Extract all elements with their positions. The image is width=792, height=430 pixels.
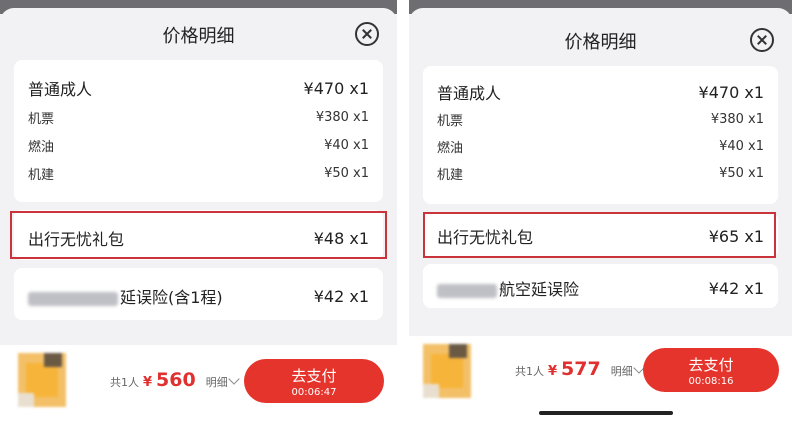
sheet-title: 价格明细 [162,26,235,47]
currency-symbol: ¥ [143,375,153,390]
highlight-box [423,212,776,258]
fare-breakdown-card: 普通成人 ¥470 x1 机票 ¥380 x1 燃油 ¥40 x1 机建 ¥50… [423,66,778,204]
passenger-type-price: ¥470 x1 [303,78,369,98]
details-label: 明细 [205,376,228,389]
blurred-text [437,283,497,298]
total-price: 577 [561,358,601,380]
total-summary: 共1人 ¥ 577 明细 [515,358,645,380]
passenger-type-row: 普通成人 ¥470 x1 [437,80,764,104]
close-icon[interactable] [750,28,774,52]
countdown-timer: 00:06:47 [291,387,337,398]
fare-breakdown-card: 普通成人 ¥470 x1 机票 ¥380 x1 燃油 ¥40 x1 机建 ¥50… [14,60,383,202]
countdown-timer: 00:08:16 [688,376,734,387]
insurance-label-wrap: 航空延误险 [437,276,579,300]
product-thumbnail [423,344,471,398]
insurance-row: 航空延误险 ¥42 x1 [437,276,764,300]
passenger-type-price: ¥470 x1 [698,82,764,102]
fare-item-label: 机票 [437,114,464,129]
fare-item-price: ¥380 x1 [315,110,369,125]
pay-button-label: 去支付 [291,367,337,385]
price-detail-sheet-left: 价格明细 普通成人 ¥470 x1 机票 ¥380 x1 燃油 ¥40 x1 机… [0,0,397,430]
insurance-price: ¥42 x1 [708,278,764,298]
sheet-title: 价格明细 [564,32,637,53]
product-thumbnail [18,353,66,407]
fare-item-row: 燃油 ¥40 x1 [437,137,764,156]
details-toggle[interactable]: 明细 [205,373,240,390]
passenger-count: 共1人 [110,376,139,389]
fare-item-label: 燃油 [28,140,55,155]
insurance-label: 航空延误险 [499,280,580,299]
price-detail-sheet-right: 价格明细 普通成人 ¥470 x1 机票 ¥380 x1 燃油 ¥40 x1 机… [409,0,792,430]
insurance-card[interactable]: 延误险(含1程) ¥42 x1 [14,268,383,320]
fare-item-label: 燃油 [437,141,464,156]
highlight-box [10,211,387,259]
fare-item-label: 机票 [28,112,55,127]
fare-item-row: 机建 ¥50 x1 [28,164,369,183]
fare-item-price: ¥40 x1 [324,138,369,153]
fare-item-price: ¥50 x1 [719,166,764,181]
blurred-text [28,291,118,306]
fare-item-label: 机建 [28,168,55,183]
home-indicator [539,411,673,415]
checkout-bar: 共1人 ¥ 560 明细 去支付 00:06:47 [0,345,397,430]
fare-item-price: ¥50 x1 [324,166,369,181]
insurance-price: ¥42 x1 [313,286,369,306]
pay-button[interactable]: 去支付 00:06:47 [244,359,384,403]
details-label: 明细 [610,365,633,378]
fare-item-row: 燃油 ¥40 x1 [28,136,369,155]
comparison-screenshot: 价格明细 普通成人 ¥470 x1 机票 ¥380 x1 燃油 ¥40 x1 机… [0,0,792,430]
insurance-row: 延误险(含1程) ¥42 x1 [28,284,369,308]
insurance-label: 延误险(含1程) [120,288,223,307]
passenger-type-label: 普通成人 [437,84,502,103]
fare-item-price: ¥380 x1 [710,112,764,127]
fare-item-price: ¥40 x1 [719,139,764,154]
pay-button-label: 去支付 [688,356,734,374]
fare-item-row: 机建 ¥50 x1 [437,164,764,183]
currency-symbol: ¥ [548,364,558,379]
passenger-count: 共1人 [515,365,544,378]
insurance-card[interactable]: 航空延误险 ¥42 x1 [423,264,778,308]
checkout-bar: 共1人 ¥ 577 明细 去支付 00:08:16 [409,336,792,430]
close-icon[interactable] [355,22,379,46]
pay-button[interactable]: 去支付 00:08:16 [643,348,779,392]
total-price: 560 [156,369,196,391]
fare-item-row: 机票 ¥380 x1 [28,108,369,127]
chevron-down-icon [228,373,240,385]
insurance-label-wrap: 延误险(含1程) [28,284,223,308]
details-toggle[interactable]: 明细 [610,362,645,379]
total-summary: 共1人 ¥ 560 明细 [110,369,240,391]
passenger-type-label: 普通成人 [28,80,93,99]
fare-item-label: 机建 [437,168,464,183]
passenger-type-row: 普通成人 ¥470 x1 [28,76,369,100]
fare-item-row: 机票 ¥380 x1 [437,110,764,129]
